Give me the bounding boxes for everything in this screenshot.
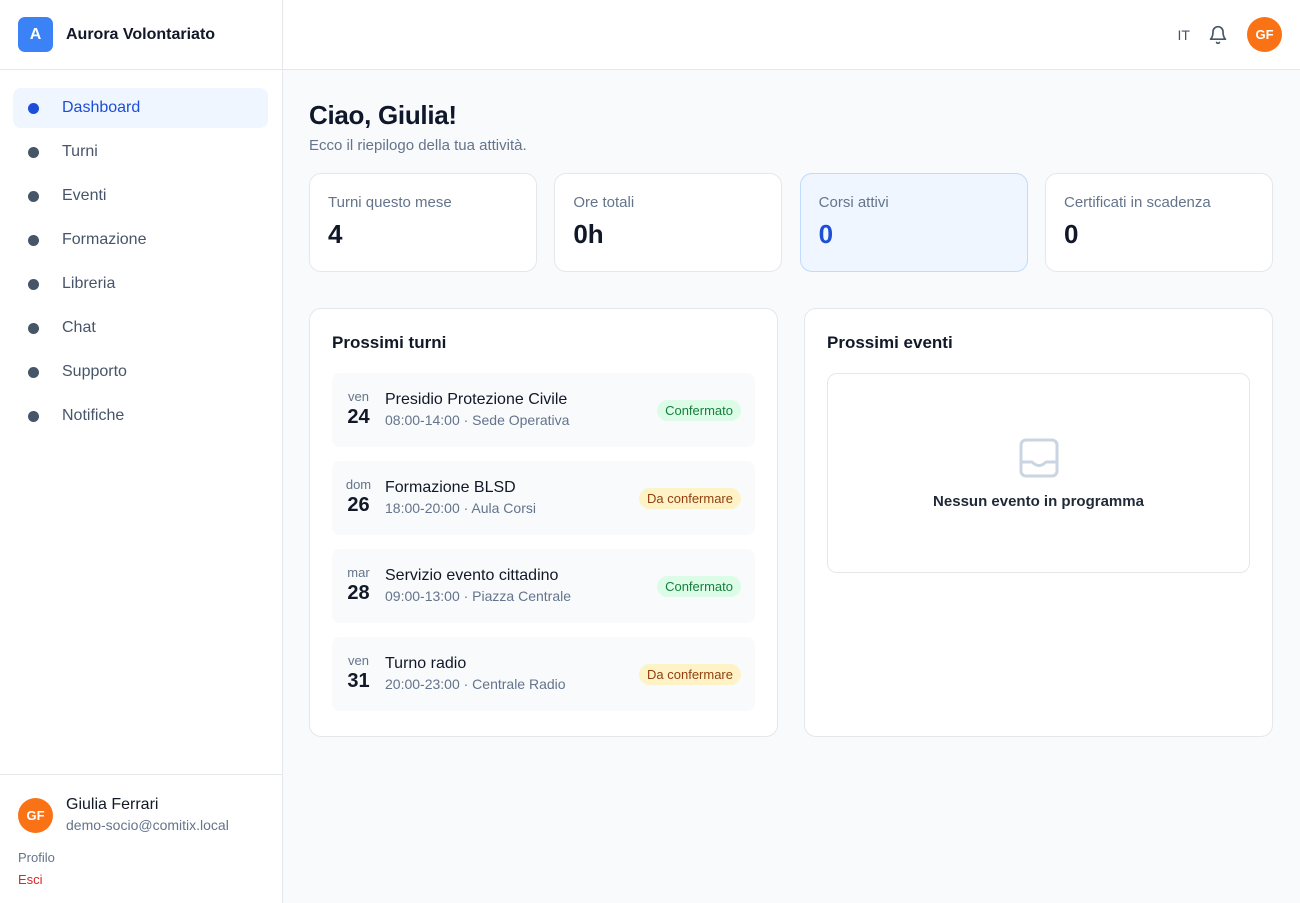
shift-meta: 09:00-13:00 · Piazza Centrale [385, 588, 571, 604]
shift-weekday: ven [348, 653, 369, 668]
panel-title: Prossimi turni [332, 333, 447, 352]
sidebar-item-label: Dashboard [62, 99, 141, 116]
user-name: Giulia Ferrari [66, 796, 159, 813]
shift-day: 31 [347, 670, 370, 692]
shift-weekday: ven [348, 389, 369, 404]
stat-label: Ore totali [573, 194, 635, 211]
sidebar-item-dashboard[interactable]: Dashboard [13, 88, 268, 128]
sidebar-item-label: Libreria [62, 275, 116, 292]
inbox-icon [1018, 437, 1060, 479]
page-title: Ciao, Giulia! [309, 100, 457, 130]
empty-state-text: Nessun evento in programma [933, 492, 1144, 510]
shift-item[interactable]: ven 24 Presidio Protezione Civile 08:00-… [332, 373, 755, 447]
stat-card-hours[interactable]: Ore totali 0h [554, 173, 783, 272]
sidebar-item-libreria[interactable]: Libreria [13, 264, 268, 304]
shift-meta: 18:00-20:00 · Aula Corsi [385, 500, 536, 516]
stat-card-courses[interactable]: Corsi attivi 0 [799, 173, 1028, 272]
shift-date: ven 24 [345, 390, 372, 430]
dot-icon [28, 278, 39, 290]
profile-link[interactable]: Profilo [18, 847, 264, 869]
sidebar-item-label: Formazione [62, 231, 147, 248]
shift-meta: 20:00-23:00 · Centrale Radio [385, 676, 566, 692]
dot-icon [28, 410, 39, 422]
shift-day: 24 [347, 406, 370, 428]
panels-row: Prossimi turni ven 24 Presidio Protezion… [309, 308, 1273, 737]
sidebar-item-notifiche[interactable]: Notifiche [13, 396, 268, 436]
shift-meta: 08:00-14:00 · Sede Operativa [385, 412, 570, 428]
stats-row: Turni questo mese 4 Ore totali 0h Corsi … [309, 173, 1273, 272]
dot-icon [28, 322, 39, 334]
shift-body: Formazione BLSD 18:00-20:00 · Aula Corsi [385, 478, 639, 518]
bell-icon[interactable] [1208, 25, 1228, 45]
empty-state: Nessun evento in programma [827, 373, 1250, 573]
sidebar-item-turni[interactable]: Turni [13, 132, 268, 172]
stat-value: 4 [328, 219, 343, 249]
topbar: IT GF [283, 0, 1300, 70]
sidebar-item-label: Notifiche [62, 407, 125, 424]
upcoming-shifts-panel: Prossimi turni ven 24 Presidio Protezion… [309, 308, 778, 737]
shift-day: 26 [347, 494, 370, 516]
shift-item[interactable]: dom 26 Formazione BLSD 18:00-20:00 · Aul… [332, 461, 755, 535]
sidebar-item-label: Eventi [62, 187, 107, 204]
status-badge: Da confermare [639, 663, 741, 685]
shift-date: ven 31 [345, 654, 372, 694]
dot-icon [28, 366, 39, 378]
shift-title: Formazione BLSD [385, 479, 516, 496]
stat-card-shifts[interactable]: Turni questo mese 4 [309, 173, 537, 272]
dot-icon [28, 234, 39, 246]
dot-icon [28, 102, 39, 114]
shift-title: Servizio evento cittadino [385, 567, 559, 584]
shift-body: Servizio evento cittadino 09:00-13:00 · … [385, 566, 657, 606]
panel-title: Prossimi eventi [827, 333, 953, 352]
stat-value: 0h [573, 219, 604, 249]
shift-weekday: dom [345, 477, 372, 492]
shift-title: Turno radio [385, 655, 467, 672]
user-info: Giulia Ferrari demo-socio@comitix.local [66, 795, 229, 835]
status-badge: Da confermare [639, 487, 741, 509]
dot-icon [28, 146, 39, 158]
shift-title: Presidio Protezione Civile [385, 391, 568, 408]
user-card: GF Giulia Ferrari demo-socio@comitix.loc… [18, 795, 264, 835]
topbar-avatar[interactable]: GF [1247, 17, 1282, 52]
stat-value: 0 [1063, 219, 1079, 249]
shift-date: mar 28 [345, 566, 372, 606]
main-content: Ciao, Giulia! Ecco il riepilogo della tu… [309, 70, 1273, 737]
page-subtitle: Ecco il riepilogo della tua attività. [309, 137, 527, 154]
upcoming-events-panel: Prossimi eventi Nessun evento in program… [804, 308, 1273, 737]
sidebar: A Aurora Volontariato Dashboard Turni Ev… [0, 0, 283, 903]
sidebar-footer: GF Giulia Ferrari demo-socio@comitix.loc… [0, 774, 282, 903]
language-switcher[interactable]: IT [1178, 27, 1190, 43]
stat-card-certificates[interactable]: Certificati in scadenza 0 [1044, 173, 1273, 272]
stat-label: Corsi attivi [818, 194, 889, 211]
stat-value: 0 [818, 219, 834, 249]
shift-body: Turno radio 20:00-23:00 · Centrale Radio [385, 654, 639, 694]
logout-link[interactable]: Esci [18, 869, 264, 891]
sidebar-item-label: Turni [62, 143, 98, 160]
avatar[interactable]: GF [18, 797, 53, 833]
stat-label: Certificati in scadenza [1063, 194, 1211, 211]
sidebar-item-supporto[interactable]: Supporto [13, 352, 268, 392]
shift-weekday: mar [347, 565, 370, 580]
stat-label: Turni questo mese [328, 194, 452, 211]
sidebar-item-chat[interactable]: Chat [13, 308, 268, 348]
sidebar-item-label: Supporto [62, 363, 127, 380]
dot-icon [28, 190, 39, 202]
status-badge: Confermato [657, 575, 741, 597]
shift-day: 28 [347, 582, 370, 604]
shift-body: Presidio Protezione Civile 08:00-14:00 ·… [385, 390, 657, 430]
shift-item[interactable]: ven 31 Turno radio 20:00-23:00 · Central… [332, 637, 755, 711]
status-badge: Confermato [657, 399, 741, 421]
shift-date: dom 26 [345, 478, 372, 518]
brand: A Aurora Volontariato [0, 0, 282, 70]
sidebar-item-label: Chat [62, 319, 96, 336]
shift-item[interactable]: mar 28 Servizio evento cittadino 09:00-1… [332, 549, 755, 623]
sidebar-item-formazione[interactable]: Formazione [13, 220, 268, 260]
brand-logo[interactable]: A [18, 17, 53, 52]
user-email: demo-socio@comitix.local [66, 817, 229, 833]
brand-name[interactable]: Aurora Volontariato [66, 26, 215, 44]
sidebar-item-eventi[interactable]: Eventi [13, 176, 268, 216]
sidebar-nav: Dashboard Turni Eventi Formazione Librer… [0, 70, 282, 436]
